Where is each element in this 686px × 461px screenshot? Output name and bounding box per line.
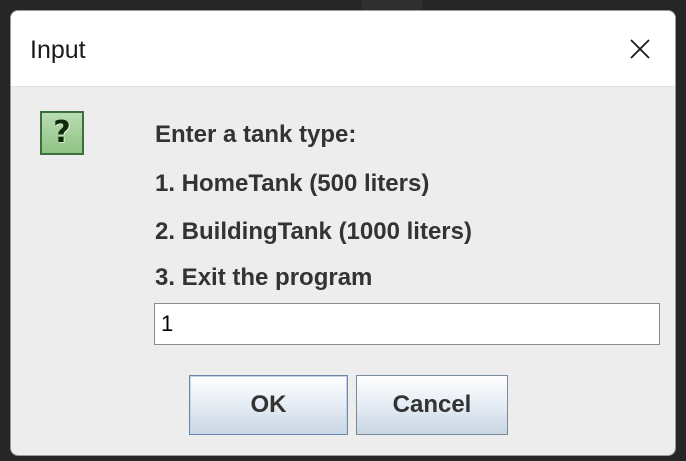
close-icon [630,38,650,59]
message-line-3: 2. BuildingTank (1000 liters) [155,218,472,245]
message-line-4: 3. Exit the program [155,264,373,291]
ok-button[interactable]: OK [189,375,348,435]
message-line-1: Enter a tank type: [155,121,357,148]
input-dialog: Input ? Enter a tank type: 1. HomeTank (… [10,10,676,456]
cancel-button[interactable]: Cancel [356,375,508,435]
title-bar: Input [11,11,675,87]
question-icon: ? [40,111,84,155]
close-button[interactable] [605,11,675,86]
tank-type-input[interactable] [154,303,660,345]
dialog-title: Input [30,36,86,64]
message-line-2: 1. HomeTank (500 liters) [155,170,430,197]
question-glyph: ? [53,115,71,150]
